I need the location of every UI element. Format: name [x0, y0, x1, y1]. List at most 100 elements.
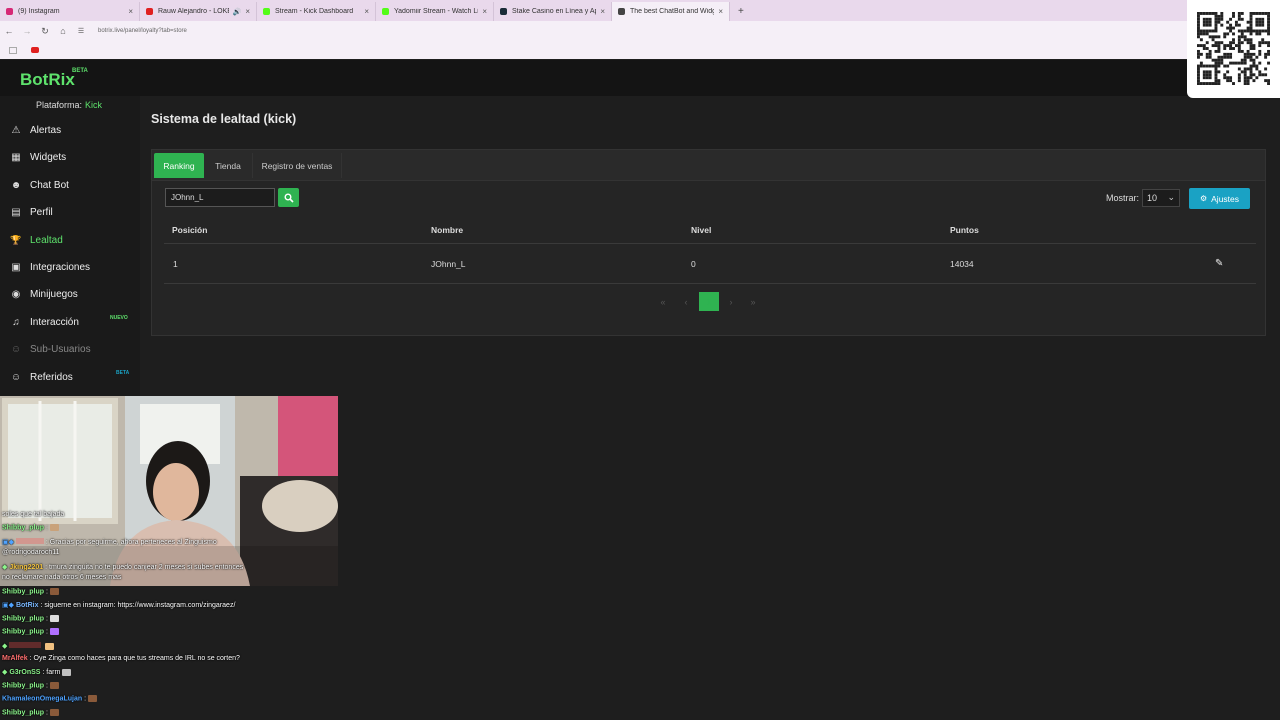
- browser-tab-instagram[interactable]: (9) Instagram ×: [0, 2, 140, 21]
- apps-grid-icon[interactable]: [9, 46, 17, 54]
- chat-message: no reclamare nada otros 6 meses mas: [2, 574, 121, 581]
- tab-title: Rauw Alejandro - LOKERA (: [158, 8, 229, 15]
- gamepad-icon: ◉: [11, 288, 21, 300]
- chat-text: : Oye Zinga como haces para que tus stre…: [29, 655, 240, 662]
- tab-title: Yadomiir Stream - Watch Live o: [394, 8, 479, 15]
- close-icon[interactable]: ×: [128, 7, 133, 16]
- speaker-icon[interactable]: 🔊: [233, 8, 242, 16]
- chat-message: Shibby_plup :: [2, 709, 59, 716]
- chat-message: Shibby_plup :: [2, 628, 59, 635]
- emote-icon: [49, 709, 59, 716]
- chat-username: MrAlfek: [2, 655, 28, 662]
- browser-tab-kick-stream[interactable]: Yadomiir Stream - Watch Live o ×: [376, 2, 494, 21]
- pagination-next[interactable]: ›: [725, 292, 737, 311]
- column-header-nombre[interactable]: Nombre: [431, 225, 463, 235]
- webcam-image: [0, 396, 338, 586]
- close-icon[interactable]: ×: [482, 7, 487, 16]
- sidebar-item-integraciones[interactable]: ▣ Integraciones: [0, 256, 140, 278]
- close-icon[interactable]: ×: [245, 7, 250, 16]
- sidebar-item-lealtad[interactable]: 🏆 Lealtad: [0, 229, 140, 251]
- chat-text: : Gracias por seguirme, ahora perteneces…: [45, 539, 217, 546]
- tab-title: (9) Instagram: [18, 8, 60, 15]
- badge-icon: ◆: [2, 643, 8, 650]
- settings-button[interactable]: ⚙ Ajustes: [1189, 188, 1250, 209]
- column-header-nivel[interactable]: Nivel: [691, 225, 711, 235]
- music-icon: ♫: [12, 316, 20, 328]
- chat-text: : siguerne en instagram: https://www.ins…: [40, 602, 236, 609]
- emote-icon: [49, 628, 59, 635]
- chat-username-redacted: [15, 538, 44, 544]
- sidebar-item-label: Widgets: [30, 151, 67, 163]
- search-input[interactable]: [165, 188, 275, 207]
- pagination-first[interactable]: «: [658, 292, 668, 311]
- emote-icon: [49, 615, 59, 622]
- badge-icon: ▣◆: [2, 539, 14, 546]
- chat-text: @rodrigodaroch11: [2, 549, 60, 556]
- pencil-icon[interactable]: ✎: [1215, 258, 1223, 269]
- close-icon[interactable]: ×: [364, 7, 369, 16]
- column-header-posicion[interactable]: Posición: [172, 225, 207, 235]
- show-entries-select[interactable]: 10 ⌄: [1142, 189, 1180, 207]
- chat-text: :: [45, 628, 48, 636]
- sidebar-item-label: Referidos: [30, 371, 73, 383]
- browser-tab-bar: (9) Instagram × Rauw Alejandro - LOKERA …: [0, 0, 1280, 21]
- sidebar-item-perfil[interactable]: ▤ Perfil: [0, 201, 140, 223]
- chat-message: MrAlfek : Oye Zinga como haces para que …: [2, 655, 240, 662]
- browser-tab-stake[interactable]: Stake Casino en Línea y Apues ×: [494, 2, 612, 21]
- browser-tab-botrix[interactable]: The best ChatBot and Widgets ×: [612, 2, 730, 21]
- chat-message: ◆ Jking2201 : tmura zinguita no te puedo…: [2, 563, 243, 571]
- sidebar-item-chat-bot[interactable]: ☻ Chat Bot: [0, 174, 140, 196]
- site-info-icon[interactable]: ☰: [72, 27, 90, 35]
- new-badge: NUEVO: [110, 315, 128, 321]
- browser-tab-kick-dashboard[interactable]: Stream - Kick Dashboard ×: [257, 2, 376, 21]
- warning-icon: ⚠: [11, 124, 21, 136]
- chat-message: ▣◆ : Gracias por seguirme, ahora pertene…: [2, 538, 217, 546]
- home-icon[interactable]: ⌂: [54, 26, 72, 36]
- chat-message: ◆ G3rOnSS : farm: [2, 668, 72, 676]
- sidebar-item-alertas[interactable]: ⚠ Alertas: [0, 119, 140, 141]
- tab-tienda[interactable]: Tienda: [206, 153, 250, 178]
- sidebar-item-sub-usuarios[interactable]: ☺ Sub-Usuarios: [0, 338, 140, 360]
- sidebar-item-widgets[interactable]: ▦ Widgets: [0, 146, 140, 168]
- sidebar-item-label: Sub-Usuarios: [30, 343, 91, 355]
- show-entries-label: Mostrar:: [1106, 193, 1140, 203]
- pagination-page-1[interactable]: 1: [699, 292, 719, 311]
- tab-ranking[interactable]: Ranking: [154, 153, 204, 178]
- search-button[interactable]: [278, 188, 299, 207]
- cell-position: 1: [173, 259, 178, 269]
- tab-registro-de-ventas[interactable]: Registro de ventas: [252, 153, 342, 178]
- chat-message: Shibby_plup :: [2, 615, 59, 622]
- youtube-bookmark-icon[interactable]: [31, 47, 39, 53]
- pagination-last[interactable]: »: [748, 292, 758, 311]
- close-icon[interactable]: ×: [600, 7, 605, 16]
- chat-username-redacted: [9, 642, 42, 648]
- sidebar-item-label: Alertas: [30, 124, 62, 136]
- beta-badge: BETA: [72, 68, 88, 74]
- new-tab-button[interactable]: +: [730, 2, 752, 21]
- platform-value: Kick: [85, 100, 103, 110]
- tab-title: Stake Casino en Línea y Apues: [512, 8, 596, 15]
- chat-username: Shibby_plup: [2, 524, 44, 532]
- gears-icon: ⚙: [1199, 194, 1208, 203]
- kick-icon: [382, 8, 389, 15]
- loyalty-tabs: Ranking Tienda Registro de ventas: [152, 150, 1265, 181]
- sidebar-item-label: Integraciones: [30, 261, 91, 273]
- forward-icon[interactable]: →: [18, 26, 36, 36]
- reload-icon[interactable]: ↻: [36, 26, 54, 37]
- sidebar-item-minijuegos[interactable]: ◉ Minijuegos: [0, 283, 140, 305]
- back-icon[interactable]: ←: [0, 26, 18, 36]
- chat-username: Jking2201: [9, 564, 44, 571]
- url-field[interactable]: botrix.live/panel/loyalty?tab=store: [98, 28, 187, 34]
- chat-username: BotRix: [15, 602, 39, 609]
- profile-card-icon: ▤: [11, 206, 21, 218]
- table-divider: [164, 243, 1256, 244]
- browser-tab-youtube[interactable]: Rauw Alejandro - LOKERA ( 🔊 ×: [140, 2, 257, 21]
- column-header-puntos[interactable]: Puntos: [950, 225, 979, 235]
- pagination-prev[interactable]: ‹: [680, 292, 692, 311]
- chat-username: G3rOnSS: [9, 669, 41, 676]
- cell-level: 0: [691, 259, 696, 269]
- sidebar-item-label: Minijuegos: [30, 288, 78, 300]
- close-icon[interactable]: ×: [718, 7, 723, 16]
- botrix-logo[interactable]: BotRix: [20, 70, 75, 90]
- emote-icon: [49, 588, 59, 595]
